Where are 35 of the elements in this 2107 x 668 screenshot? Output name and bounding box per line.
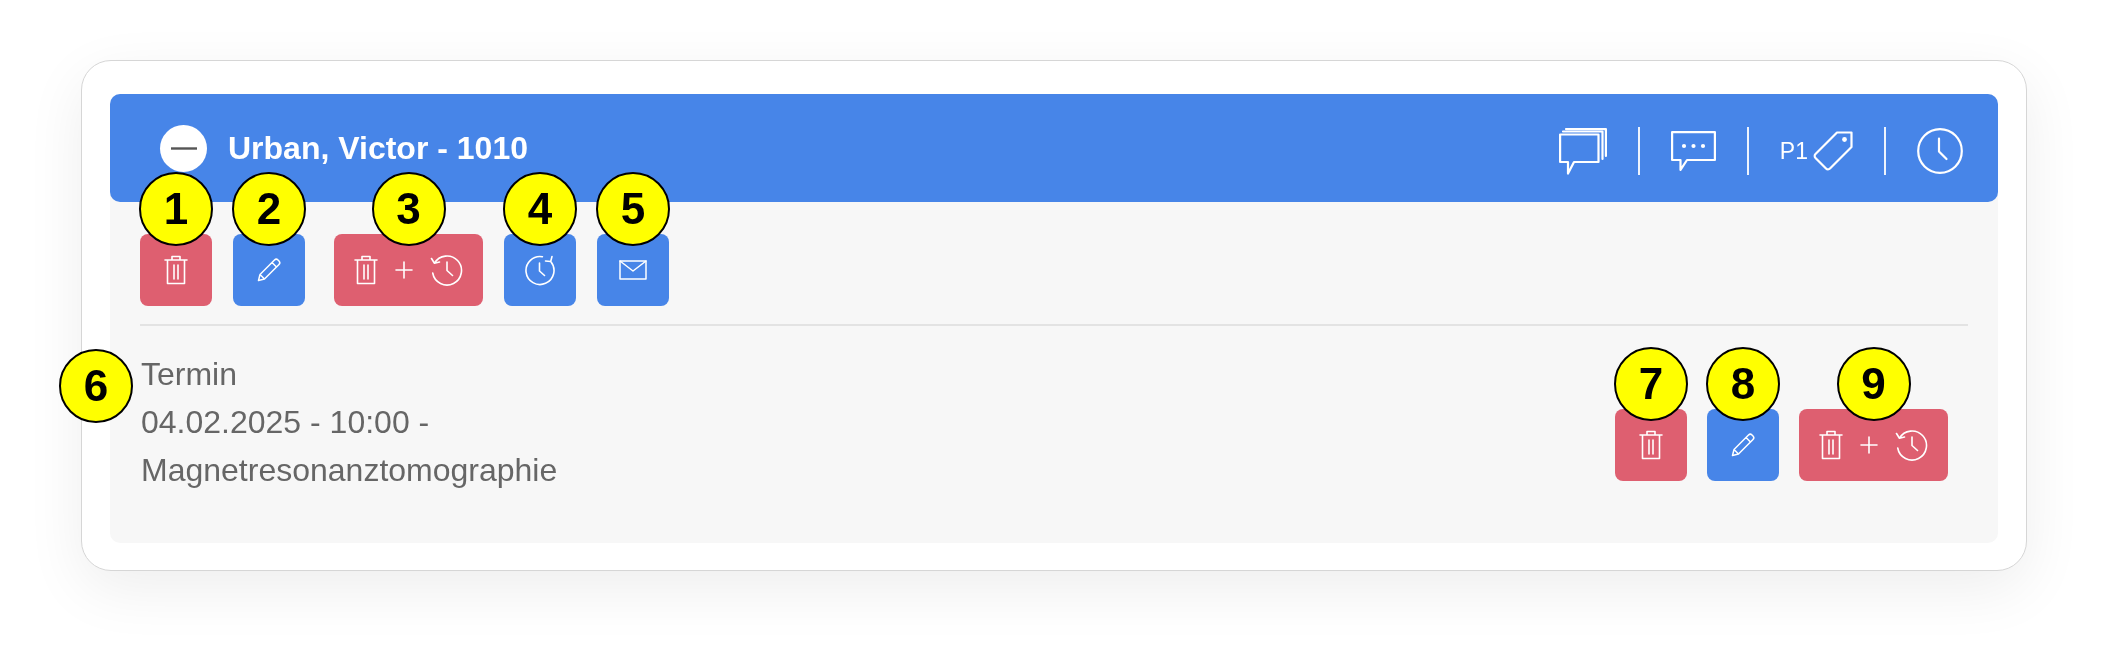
history-icon (1895, 428, 1928, 462)
trash-icon (354, 255, 378, 285)
collapse-button[interactable] (160, 124, 207, 172)
pencil-icon (1730, 432, 1756, 458)
patient-title: Urban, Victor - 1010 (228, 129, 528, 167)
number-marker: 8 (1706, 347, 1780, 421)
history-icon (430, 253, 463, 287)
edit-button[interactable] (233, 234, 305, 306)
appointment-type: Termin (141, 355, 237, 394)
reschedule-button[interactable] (504, 234, 576, 306)
plus-icon (1860, 436, 1878, 454)
email-button[interactable] (597, 234, 669, 306)
trash-icon (164, 255, 188, 285)
priority-button[interactable]: P1 (1779, 131, 1853, 171)
delete-history-button[interactable] (1799, 409, 1948, 481)
minus-icon (170, 146, 197, 150)
trash-icon (1639, 430, 1663, 460)
number-marker: 9 (1836, 347, 1911, 421)
speech-bubble-dots-icon[interactable] (1670, 131, 1716, 171)
speech-bubbles-icon[interactable] (1558, 127, 1607, 175)
plus-icon (395, 261, 413, 279)
delete-button[interactable] (1615, 409, 1687, 481)
edit-button[interactable] (1707, 409, 1779, 481)
tag-icon (1813, 131, 1853, 171)
trash-icon (1819, 430, 1843, 460)
appointment-time: 04.02.2025 - 10:00 - (141, 403, 430, 442)
appointment-procedure: Magnetresonanztomographie (141, 451, 558, 490)
number-marker: 7 (1614, 347, 1688, 421)
number-marker: 6 (59, 349, 133, 423)
pencil-icon (256, 257, 282, 283)
delete-button[interactable] (140, 234, 212, 306)
clock-arrow-icon (524, 254, 556, 286)
envelope-icon (619, 260, 647, 280)
delete-history-button[interactable] (334, 234, 483, 306)
clock-icon[interactable] (1917, 128, 1963, 174)
